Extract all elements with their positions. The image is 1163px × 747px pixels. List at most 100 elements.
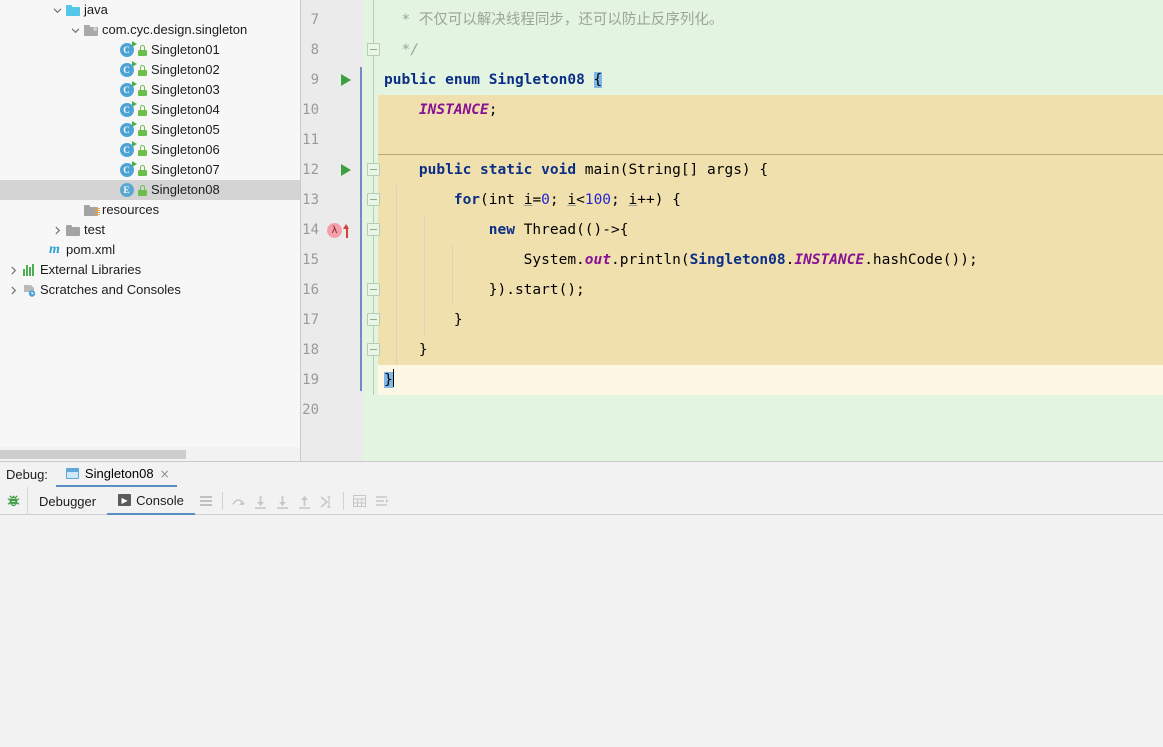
line-number[interactable]: 19 (301, 365, 319, 395)
tree-item-label: Singleton02 (151, 62, 220, 77)
chevron-right-icon[interactable] (6, 260, 20, 280)
code-line-15[interactable]: System.out.println(Singleton08.INSTANCE.… (384, 245, 978, 275)
chevron-down-icon[interactable] (50, 0, 64, 20)
code-text-area[interactable]: * @date 2021/6/1 11:15 * 不仅可以解决线程同步，还可以防… (378, 0, 1163, 461)
project-tree[interactable]: java com.cyc.design.singleton C Singleton01… (0, 0, 300, 300)
chevron-right-icon[interactable] (50, 220, 64, 240)
line-number[interactable]: 12 (301, 155, 319, 185)
project-horizontal-scrollbar[interactable] (0, 447, 300, 461)
line-number[interactable]: 14 (301, 215, 319, 245)
editor-gutter[interactable]: 67891011121314λ151617181920 (301, 0, 363, 461)
run-gutter-icon[interactable] (341, 155, 355, 185)
java-class-icon: C (118, 60, 137, 80)
tree-item-singleton02[interactable]: C Singleton02 (0, 60, 300, 80)
chevron-down-icon[interactable] (68, 20, 82, 40)
tree-item-label: Singleton05 (151, 122, 220, 137)
line-number[interactable]: 15 (301, 245, 319, 275)
bug-glyph (7, 495, 20, 507)
step-over-icon[interactable] (228, 487, 250, 515)
bug-icon[interactable] (0, 487, 28, 514)
threads-view-icon[interactable] (371, 487, 393, 515)
scrollbar-thumb[interactable] (0, 450, 186, 459)
libraries-icon (20, 260, 37, 280)
tree-item-singleton07[interactable]: C Singleton07 (0, 160, 300, 180)
code-line-9[interactable]: public enum Singleton08 { (384, 65, 603, 95)
force-step-into-icon[interactable] (272, 487, 294, 515)
maven-icon: m (49, 242, 60, 257)
tree-item-singleton06[interactable]: C Singleton06 (0, 140, 300, 160)
debug-session-tab[interactable]: Singleton08 × (55, 462, 177, 487)
lock-icon (137, 104, 148, 116)
close-icon[interactable]: × (160, 467, 170, 481)
lambda-icon[interactable]: λ (327, 222, 342, 238)
implementing-method-arrow-icon[interactable] (342, 223, 351, 238)
tree-item-singleton03[interactable]: C Singleton03 (0, 80, 300, 100)
tree-item-label: test (84, 222, 105, 237)
code-editor[interactable]: 67891011121314λ151617181920 * @date 2021… (301, 0, 1163, 461)
tree-item-test[interactable]: test (0, 220, 300, 240)
code-line-12[interactable]: public static void main(String[] args) { (384, 155, 768, 185)
code-line-8[interactable]: */ (384, 35, 418, 65)
layout-settings-icon[interactable] (195, 487, 217, 515)
line-number[interactable]: 7 (301, 5, 319, 35)
step-into-icon[interactable] (250, 487, 272, 515)
code-line-16[interactable]: }).start(); (384, 275, 585, 305)
tab-debugger[interactable]: Debugger (28, 487, 107, 515)
tree-item-scratches-and-consoles[interactable]: Scratches and Consoles (0, 280, 300, 300)
chevron-right-icon[interactable] (6, 280, 20, 300)
tree-item-resources[interactable]: resources (0, 200, 300, 220)
tree-item-singleton04[interactable]: C Singleton04 (0, 100, 300, 120)
line-number[interactable]: 17 (301, 305, 319, 335)
tab-console[interactable]: ▶ Console (107, 487, 195, 515)
line-number[interactable]: 18 (301, 335, 319, 365)
tree-item-singleton01[interactable]: C Singleton01 (0, 40, 300, 60)
lambda-gutter-marker[interactable]: λ (327, 215, 351, 245)
code-line-7[interactable]: * 不仅可以解决线程同步，还可以防止反序列化。 (384, 5, 723, 35)
line-number[interactable]: 10 (301, 95, 319, 125)
tree-item-java[interactable]: java (0, 0, 300, 20)
tree-item-label: java (84, 2, 108, 17)
tree-item-com-cyc-design-singleton[interactable]: com.cyc.design.singleton (0, 20, 300, 40)
tree-item-label: Singleton07 (151, 162, 220, 177)
run-to-cursor-icon[interactable] (316, 487, 338, 515)
ide-window: java com.cyc.design.singleton C Singleton01… (0, 0, 1163, 747)
line-number[interactable]: 8 (301, 35, 319, 65)
code-line-13[interactable]: for(int i=0; i<100; i++) { (384, 185, 681, 215)
tree-item-singleton08[interactable]: E Singleton08 (0, 180, 300, 200)
code-line-10[interactable]: INSTANCE; (384, 95, 498, 125)
project-tool-window[interactable]: java com.cyc.design.singleton C Singleton01… (0, 0, 300, 461)
tree-item-pom-xml[interactable]: m pom.xml (0, 240, 300, 260)
step-out-icon[interactable] (294, 487, 316, 515)
lock-icon (137, 144, 148, 156)
code-line-19[interactable]: } (384, 365, 394, 395)
resources-folder-icon (82, 200, 100, 220)
line-number[interactable]: 20 (301, 395, 319, 425)
tree-item-singleton05[interactable]: C Singleton05 (0, 120, 300, 140)
lock-icon (137, 184, 148, 196)
lock-icon (137, 84, 148, 96)
line-number[interactable]: 13 (301, 185, 319, 215)
debug-toolbar: Debugger ▶ Console (0, 487, 1163, 515)
code-line-14[interactable]: new Thread(()->{ (384, 215, 629, 245)
toolbar-separator (221, 491, 223, 510)
run-gutter-icon[interactable] (341, 65, 355, 95)
tree-item-label: resources (102, 202, 160, 217)
line-number[interactable]: 11 (301, 125, 319, 155)
tree-item-label: Singleton04 (151, 102, 220, 117)
tree-item-label: com.cyc.design.singleton (102, 22, 248, 37)
lock-icon (137, 124, 148, 136)
code-line-18[interactable]: } (384, 335, 428, 365)
tree-item-label: External Libraries (40, 262, 142, 277)
tree-item-label: Singleton01 (151, 42, 220, 57)
tree-item-label: Singleton03 (151, 82, 220, 97)
code-folding-strip[interactable] (363, 0, 380, 461)
line-number[interactable]: 9 (301, 65, 319, 95)
tree-item-external-libraries[interactable]: External Libraries (0, 260, 300, 280)
evaluate-expression-icon[interactable] (349, 487, 371, 515)
package-folder-icon (82, 20, 99, 40)
line-number[interactable]: 16 (301, 275, 319, 305)
